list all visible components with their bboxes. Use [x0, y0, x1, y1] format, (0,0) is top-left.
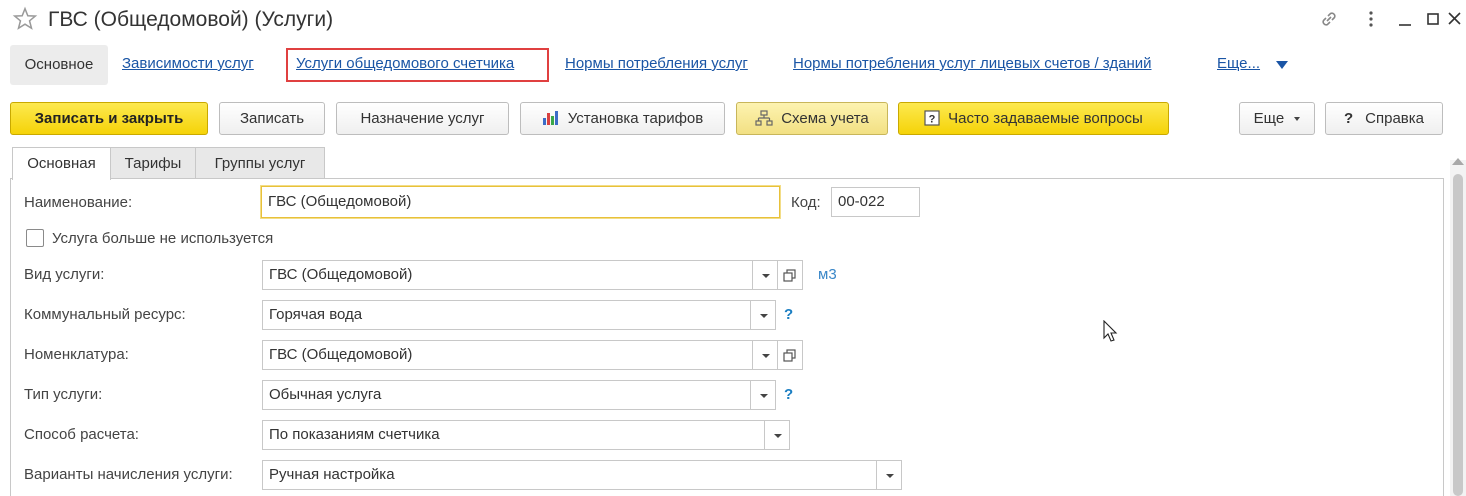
resource-label: Коммунальный ресурс: [24, 306, 186, 323]
resource-field[interactable]: Горячая вода [262, 300, 751, 330]
help-question-icon: ? [1343, 110, 1354, 127]
more-vertical-icon[interactable] [1360, 8, 1382, 30]
chevron-down-icon[interactable] [1276, 61, 1288, 69]
save-button[interactable]: Записать [219, 102, 325, 135]
more-actions-label: Еще [1253, 110, 1285, 127]
save-and-close-button[interactable]: Записать и закрыть [10, 102, 208, 135]
assign-services-button[interactable]: Назначение услуг [336, 102, 509, 135]
code-label: Код: [791, 194, 821, 211]
caret-down-icon [1294, 117, 1301, 122]
accounting-scheme-label: Схема учета [781, 110, 869, 127]
caret-down-icon [774, 434, 782, 438]
maximize-icon[interactable] [1422, 8, 1444, 30]
variants-dropdown[interactable] [876, 460, 902, 490]
calc-method-field[interactable]: По показаниям счетчика [262, 420, 765, 450]
unit-link[interactable]: м3 [818, 266, 837, 283]
service-type-dropdown[interactable] [752, 260, 778, 290]
nav-link-dependencies[interactable]: Зависимости услуг [122, 55, 254, 72]
faq-button[interactable]: ? Часто задаваемые вопросы [898, 102, 1169, 135]
svg-text:?: ? [929, 113, 936, 125]
help-button[interactable]: ? Справка [1325, 102, 1443, 135]
open-window-icon [783, 349, 796, 362]
not-used-label: Услуга больше не используется [52, 230, 274, 247]
mouse-cursor-icon [1103, 320, 1118, 342]
nav-link-consumption-norms[interactable]: Нормы потребления услуг [565, 55, 748, 72]
caret-down-icon [762, 274, 770, 278]
service-type-field[interactable]: ГВС (Общедомовой) [262, 260, 753, 290]
help-label: Справка [1365, 110, 1424, 127]
scrollbar-thumb[interactable] [1453, 174, 1463, 496]
set-tariffs-label: Установка тарифов [567, 110, 704, 127]
resource-help-icon[interactable]: ? [784, 306, 793, 323]
nav-link-more[interactable]: Еще... [1217, 55, 1260, 72]
service-kind-field[interactable]: Обычная услуга [262, 380, 751, 410]
tab-main[interactable]: Основная [12, 147, 111, 180]
tab-service-groups[interactable]: Группы услуг [195, 147, 325, 179]
name-field[interactable]: ГВС (Общедомовой) [261, 186, 780, 218]
service-kind-dropdown[interactable] [750, 380, 776, 410]
minimize-icon[interactable] [1394, 8, 1416, 30]
nav-link-building-meter-services[interactable]: Услуги общедомового счетчика [296, 55, 514, 72]
accounting-scheme-button[interactable]: Схема учета [736, 102, 888, 135]
name-label: Наименование: [24, 194, 133, 211]
nav-link-account-norms[interactable]: Нормы потребления услуг лицевых счетов /… [793, 55, 1152, 72]
faq-label: Часто задаваемые вопросы [948, 110, 1143, 127]
more-actions-button[interactable]: Еще [1239, 102, 1315, 135]
service-type-label: Вид услуги: [24, 266, 105, 283]
service-type-open-button[interactable] [777, 260, 803, 290]
nomenclature-label: Номенклатура: [24, 346, 129, 363]
open-window-icon [783, 269, 796, 282]
caret-down-icon [886, 474, 894, 478]
calc-method-dropdown[interactable] [764, 420, 790, 450]
nav-main[interactable]: Основное [10, 45, 108, 85]
variants-field[interactable]: Ручная настройка [262, 460, 877, 490]
code-field[interactable]: 00-022 [831, 187, 920, 217]
caret-down-icon [760, 314, 768, 318]
link-icon[interactable] [1318, 8, 1340, 30]
scroll-up-icon[interactable] [1452, 158, 1464, 165]
star-icon[interactable] [12, 6, 38, 32]
window-title: ГВС (Общедомовой) (Услуги) [48, 8, 334, 31]
bar-chart-icon [542, 110, 558, 125]
tab-tariffs[interactable]: Тарифы [110, 147, 196, 179]
caret-down-icon [762, 354, 770, 358]
service-kind-label: Тип услуги: [24, 386, 103, 403]
not-used-checkbox[interactable] [26, 229, 44, 247]
service-kind-help-icon[interactable]: ? [784, 386, 793, 403]
set-tariffs-button[interactable]: Установка тарифов [520, 102, 725, 135]
question-box-icon: ? [924, 109, 940, 126]
caret-down-icon [760, 394, 768, 398]
nomenclature-field[interactable]: ГВС (Общедомовой) [262, 340, 753, 370]
close-icon[interactable] [1444, 8, 1466, 30]
hierarchy-icon [755, 109, 773, 126]
calc-method-label: Способ расчета: [24, 426, 139, 443]
nomenclature-dropdown[interactable] [752, 340, 778, 370]
nomenclature-open-button[interactable] [777, 340, 803, 370]
variants-label: Варианты начисления услуги: [24, 466, 233, 483]
resource-dropdown[interactable] [750, 300, 776, 330]
